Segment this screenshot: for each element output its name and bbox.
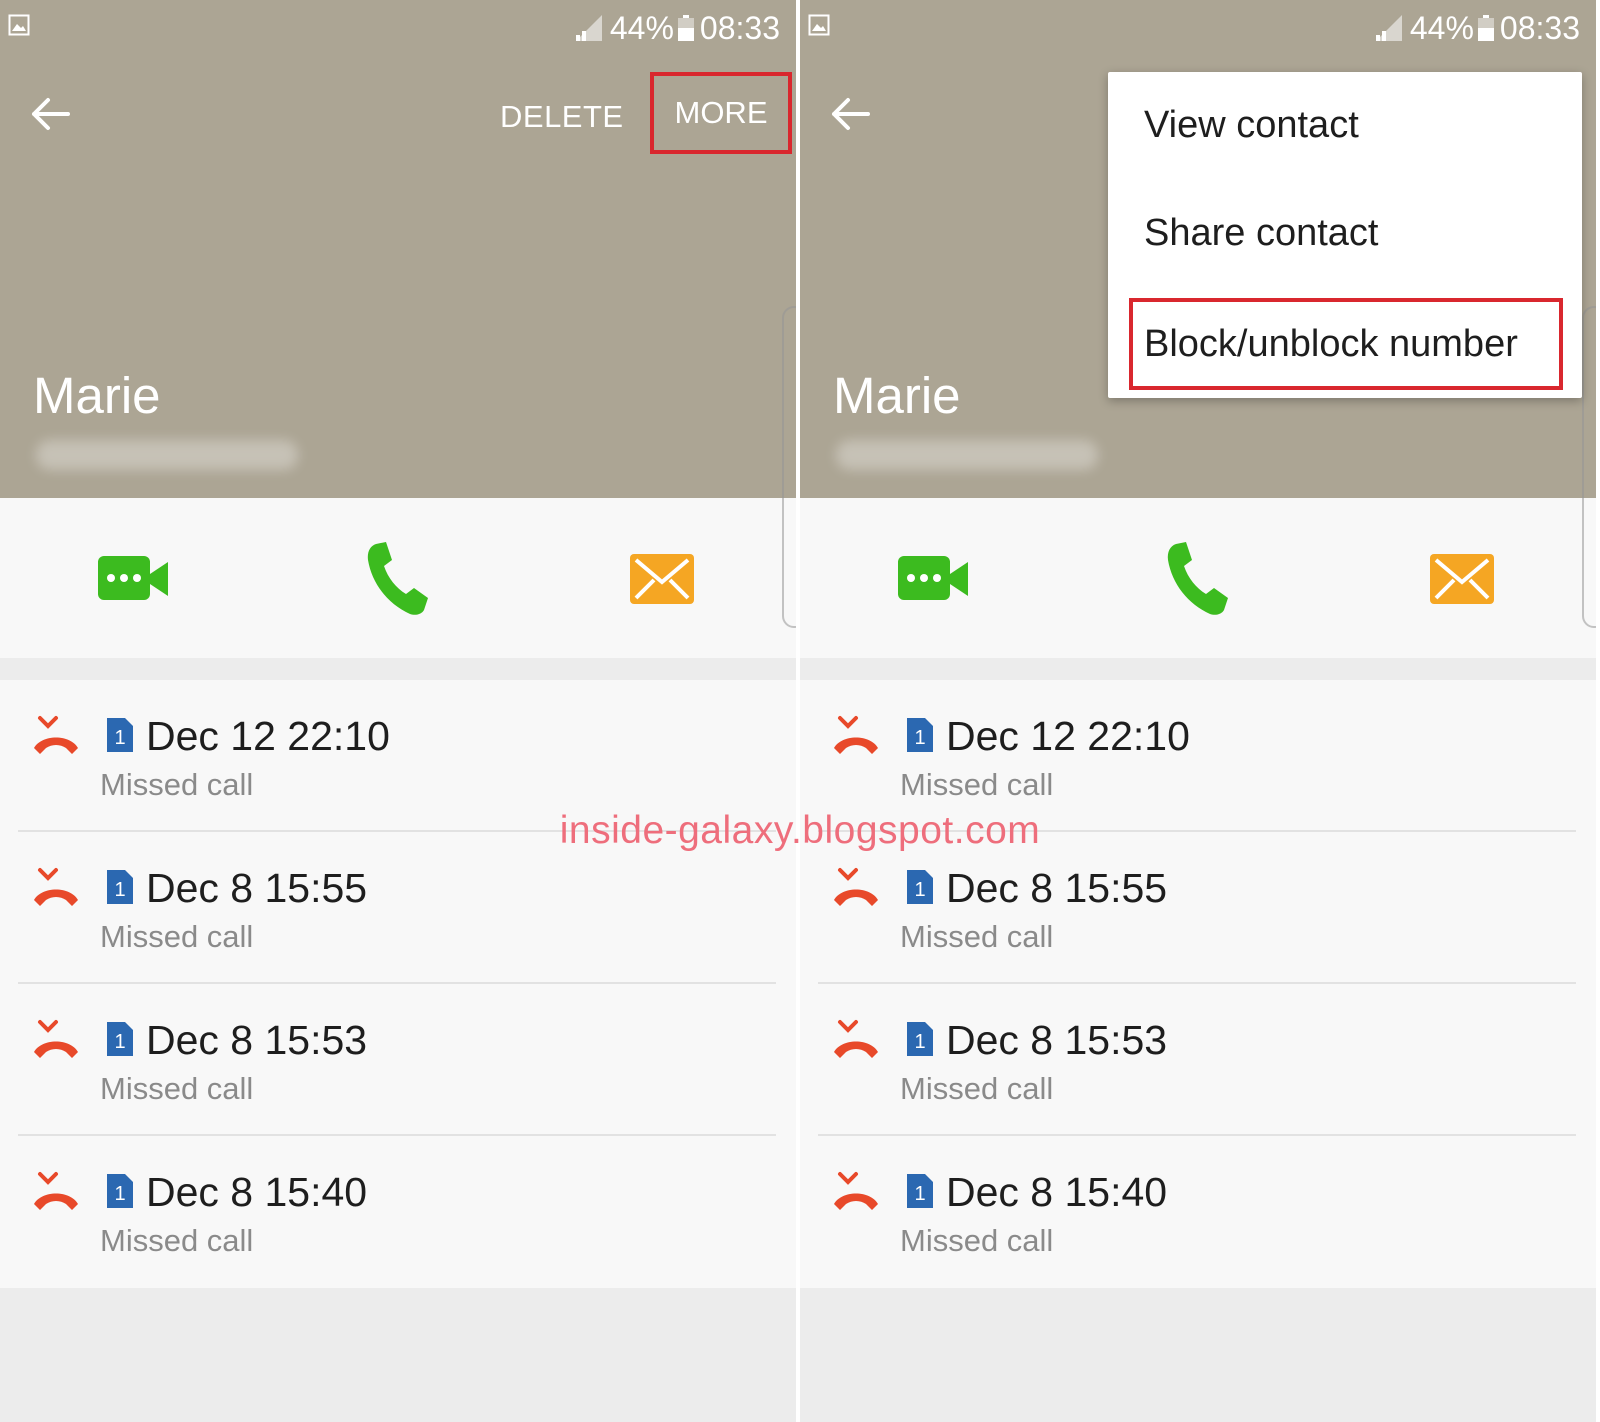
phone-icon[interactable] [362,538,430,618]
call-date: Dec 8 15:55 [146,865,368,911]
back-arrow-icon[interactable] [28,92,72,136]
svg-text:1: 1 [914,1183,925,1205]
missed-call-icon [834,1172,878,1210]
blurred-phone-number [36,440,298,470]
call-type: Missed call [900,1223,1054,1258]
call-type: Missed call [900,1071,1054,1106]
call-date: Dec 8 15:40 [946,1169,1168,1215]
blurred-phone-number [836,440,1098,470]
menu-item-block-unblock-number[interactable]: Block/unblock number [1129,298,1563,390]
battery-icon [677,15,694,41]
call-log: 1 Dec 12 22:10 Missed call 1 Dec 8 15:55… [0,680,796,1288]
status-time: 08:33 [699,9,780,46]
gallery-icon [808,14,830,36]
call-date: Dec 12 22:10 [146,713,390,759]
call-date: Dec 8 15:40 [146,1169,368,1215]
svg-text:1: 1 [114,879,125,901]
empty-area [800,1288,1596,1422]
missed-call-icon [34,716,78,754]
missed-call-icon [834,868,878,906]
status-right: 44% 08:33 [574,8,780,48]
sim-1-icon: 1 [107,718,133,752]
menu-item-label: Block/unblock number [1144,323,1518,365]
signal-icon [1375,15,1402,41]
missed-call-icon [34,1020,78,1058]
contact-name: Marie [33,367,161,424]
contact-header: 44% 08:33 DELETE MORE Marie [0,0,796,498]
missed-call-icon [834,716,878,754]
sim-1-icon: 1 [907,718,933,752]
contact-actions [0,498,796,658]
missed-call-icon [34,1172,78,1210]
svg-text:1: 1 [914,1031,925,1053]
call-type: Missed call [100,767,254,802]
svg-text:1: 1 [914,879,925,901]
call-log-row[interactable]: 1 Dec 12 22:10 Missed call [800,680,1596,832]
call-date: Dec 12 22:10 [946,713,1190,759]
svg-text:1: 1 [114,727,125,749]
battery-icon [1477,15,1494,41]
screen-left: 44% 08:33 DELETE MORE Marie 1 Dec 12 22:… [0,0,796,1422]
call-type: Missed call [900,919,1054,954]
call-type: Missed call [100,1071,254,1106]
edge-panel-handle[interactable] [1582,306,1596,628]
sim-1-icon: 1 [107,870,133,904]
empty-area [0,1288,796,1422]
call-log-row[interactable]: 1 Dec 8 15:40 Missed call [0,1136,796,1288]
call-date: Dec 8 15:55 [946,865,1168,911]
sim-1-icon: 1 [107,1174,133,1208]
sim-1-icon: 1 [107,1022,133,1056]
section-gap [0,658,796,680]
call-log-row[interactable]: 1 Dec 12 22:10 Missed call [0,680,796,832]
video-call-icon[interactable] [96,538,170,618]
sim-1-icon: 1 [907,1022,933,1056]
delete-button[interactable]: DELETE [500,92,624,142]
svg-text:1: 1 [114,1183,125,1205]
menu-item-label: View contact [1144,104,1359,146]
svg-text:1: 1 [114,1031,125,1053]
phone-icon[interactable] [1162,538,1230,618]
menu-item-share-contact[interactable]: Share contact [1108,180,1582,288]
video-call-icon[interactable] [896,538,970,618]
contact-name: Marie [833,367,961,424]
more-button[interactable]: MORE [650,72,792,154]
call-type: Missed call [100,1223,254,1258]
message-icon[interactable] [1428,538,1496,618]
missed-call-icon [34,868,78,906]
svg-text:1: 1 [914,727,925,749]
signal-icon [575,15,602,41]
menu-item-view-contact[interactable]: View contact [1108,72,1582,180]
edge-panel-handle[interactable] [782,306,796,628]
contact-actions [800,498,1596,658]
call-type: Missed call [900,767,1054,802]
battery-percent: 44% [1409,9,1474,46]
screen-right: 44% 08:33 Marie 1 Dec 12 22:10 Missed ca… [800,0,1596,1422]
menu-item-label: Share contact [1144,212,1379,254]
status-bar: 44% 08:33 [800,0,1596,56]
call-log-row[interactable]: 1 Dec 8 15:55 Missed call [800,832,1596,984]
status-time: 08:33 [1499,9,1580,46]
call-log-row[interactable]: 1 Dec 8 15:53 Missed call [0,984,796,1136]
message-icon[interactable] [628,538,696,618]
sim-1-icon: 1 [907,870,933,904]
section-gap [800,658,1596,680]
call-log-row[interactable]: 1 Dec 8 15:40 Missed call [800,1136,1596,1288]
call-date: Dec 8 15:53 [946,1017,1168,1063]
call-date: Dec 8 15:53 [146,1017,368,1063]
call-log-row[interactable]: 1 Dec 8 15:53 Missed call [800,984,1596,1136]
battery-percent: 44% [609,9,674,46]
back-arrow-icon[interactable] [828,92,872,136]
status-right: 44% 08:33 [1374,8,1580,48]
call-log-row[interactable]: 1 Dec 8 15:55 Missed call [0,832,796,984]
call-type: Missed call [100,919,254,954]
status-bar: 44% 08:33 [0,0,796,56]
sim-1-icon: 1 [907,1174,933,1208]
missed-call-icon [834,1020,878,1058]
gallery-icon [8,14,30,36]
overflow-menu: View contact Share contact Block/unblock… [1108,72,1582,398]
call-log: 1 Dec 12 22:10 Missed call 1 Dec 8 15:55… [800,680,1596,1288]
